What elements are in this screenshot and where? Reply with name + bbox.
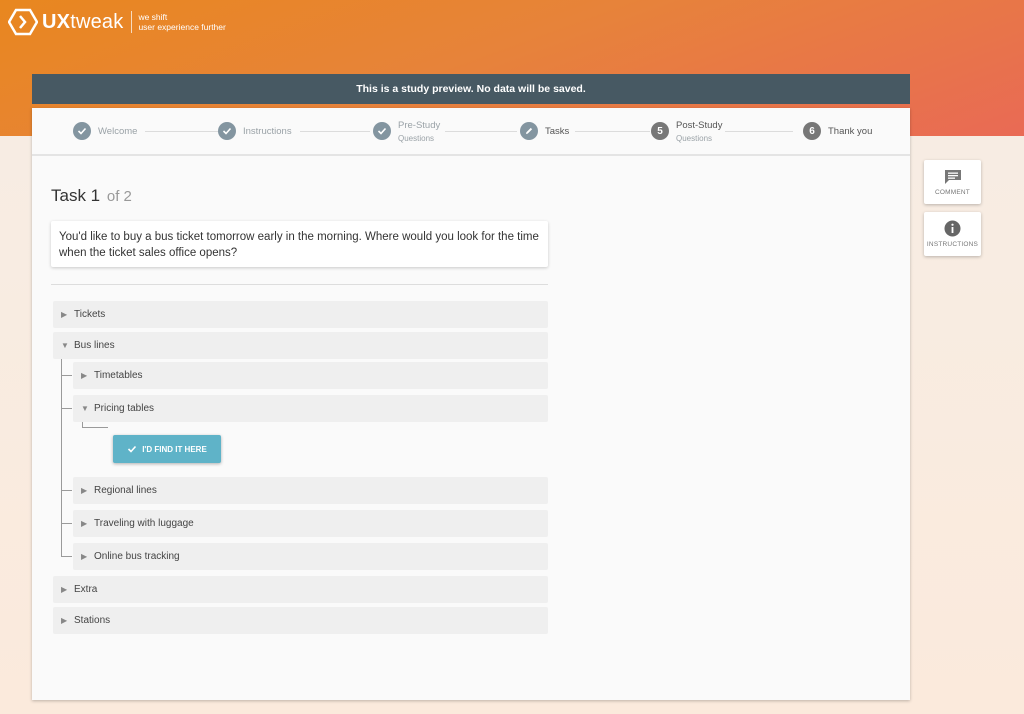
caret-right-icon: ▶ [81, 519, 88, 528]
step-sublabel: Questions [676, 133, 713, 143]
caret-right-icon: ▶ [81, 486, 88, 495]
comment-icon [944, 169, 961, 184]
instructions-label: INSTRUCTIONS [926, 241, 979, 248]
uxtweak-logo[interactable]: UXtweak we shift user experience further [8, 8, 226, 36]
preview-banner: This is a study preview. No data will be… [32, 74, 910, 104]
step-tasks: Tasks [520, 108, 569, 154]
comment-label: COMMENT [935, 188, 970, 196]
tree-line [61, 490, 72, 491]
tree-line [61, 523, 72, 524]
task-title: Task 1 of 2 [51, 186, 132, 205]
tree-item-label: Pricing tables [94, 403, 155, 414]
caret-down-icon: ▼ [61, 341, 69, 350]
tree-item-label: Stations [74, 615, 111, 626]
task-count: of 2 [106, 188, 132, 205]
tree-item-extra[interactable]: ▶ Extra [53, 576, 548, 603]
tree-line [61, 359, 62, 557]
step-connector [725, 131, 793, 132]
preview-banner-text: This is a study preview. No data will be… [356, 83, 586, 95]
tree-item-traveling-with-luggage[interactable]: ▶ Traveling with luggage [73, 510, 548, 537]
step-sublabel: Questions [398, 133, 435, 143]
logo-tagline: we shift user experience further [138, 12, 226, 32]
step-label: Tasks [545, 125, 570, 137]
tree-item-label: Regional lines [94, 485, 157, 496]
step-connector [145, 131, 227, 132]
comment-button[interactable]: COMMENT [924, 160, 981, 204]
tree-item-timetables[interactable]: ▶ Timetables [73, 362, 548, 389]
logo-wordmark: UXtweak [42, 10, 124, 33]
tree-line [61, 556, 72, 557]
pencil-icon [520, 122, 538, 140]
divider [51, 284, 548, 285]
tree-item-pricing-tables[interactable]: ▼ Pricing tables [73, 395, 548, 422]
caret-right-icon: ▶ [81, 371, 88, 380]
step-thank-you: 6 Thank you [803, 108, 872, 154]
tree-item-online-bus-tracking[interactable]: ▶ Online bus tracking [73, 543, 548, 570]
find-it-here-button[interactable]: I'D FIND IT HERE [113, 435, 221, 463]
caret-right-icon: ▶ [81, 552, 88, 561]
tree-line [61, 375, 72, 376]
step-label: Post-Study [676, 119, 723, 131]
step-connector [575, 131, 650, 132]
find-it-here-label: I'D FIND IT HERE [142, 444, 207, 454]
check-icon [373, 122, 391, 140]
step-pre-study: Pre-Study Questions [373, 108, 440, 154]
task-description: You'd like to buy a bus ticket tomorrow … [51, 221, 548, 267]
check-icon [218, 122, 236, 140]
step-welcome: Welcome [73, 108, 137, 154]
study-card: Welcome Instructions Pre-Study Questions… [32, 108, 910, 700]
step-post-study: 5 Post-Study Questions [651, 108, 722, 154]
tree-item-stations[interactable]: ▶ Stations [53, 607, 548, 634]
step-label: Thank you [828, 125, 873, 137]
tree-item-label: Extra [74, 584, 98, 595]
step-label: Pre-Study [398, 119, 441, 131]
tree-line [61, 408, 72, 409]
caret-down-icon: ▼ [81, 404, 89, 413]
hexagon-logo-icon [8, 8, 38, 36]
caret-right-icon: ▶ [61, 616, 68, 625]
tree-item-regional-lines[interactable]: ▶ Regional lines [73, 477, 548, 504]
step-number: 6 [803, 122, 821, 140]
step-instructions: Instructions [218, 108, 292, 154]
tree-item-bus-lines[interactable]: ▼ Bus lines [53, 332, 548, 359]
tree-item-label: Bus lines [74, 340, 115, 351]
step-label: Instructions [243, 125, 292, 137]
tree-line [82, 427, 108, 428]
caret-right-icon: ▶ [61, 310, 68, 319]
check-icon [73, 122, 91, 140]
step-number: 5 [651, 122, 669, 140]
tree-item-tickets[interactable]: ▶ Tickets [53, 301, 548, 328]
instructions-button[interactable]: INSTRUCTIONS [924, 212, 981, 256]
check-icon [128, 445, 137, 453]
tree-item-label: Online bus tracking [94, 551, 180, 562]
logo-separator [131, 11, 133, 33]
info-icon [944, 220, 961, 237]
tree-item-label: Traveling with luggage [94, 518, 194, 529]
step-connector [300, 131, 370, 132]
step-label: Welcome [98, 125, 138, 137]
tree-item-label: Timetables [94, 370, 143, 381]
tree-item-label: Tickets [74, 309, 106, 320]
caret-right-icon: ▶ [61, 585, 68, 594]
step-connector [445, 131, 517, 132]
progress-stepper: Welcome Instructions Pre-Study Questions… [32, 108, 910, 156]
